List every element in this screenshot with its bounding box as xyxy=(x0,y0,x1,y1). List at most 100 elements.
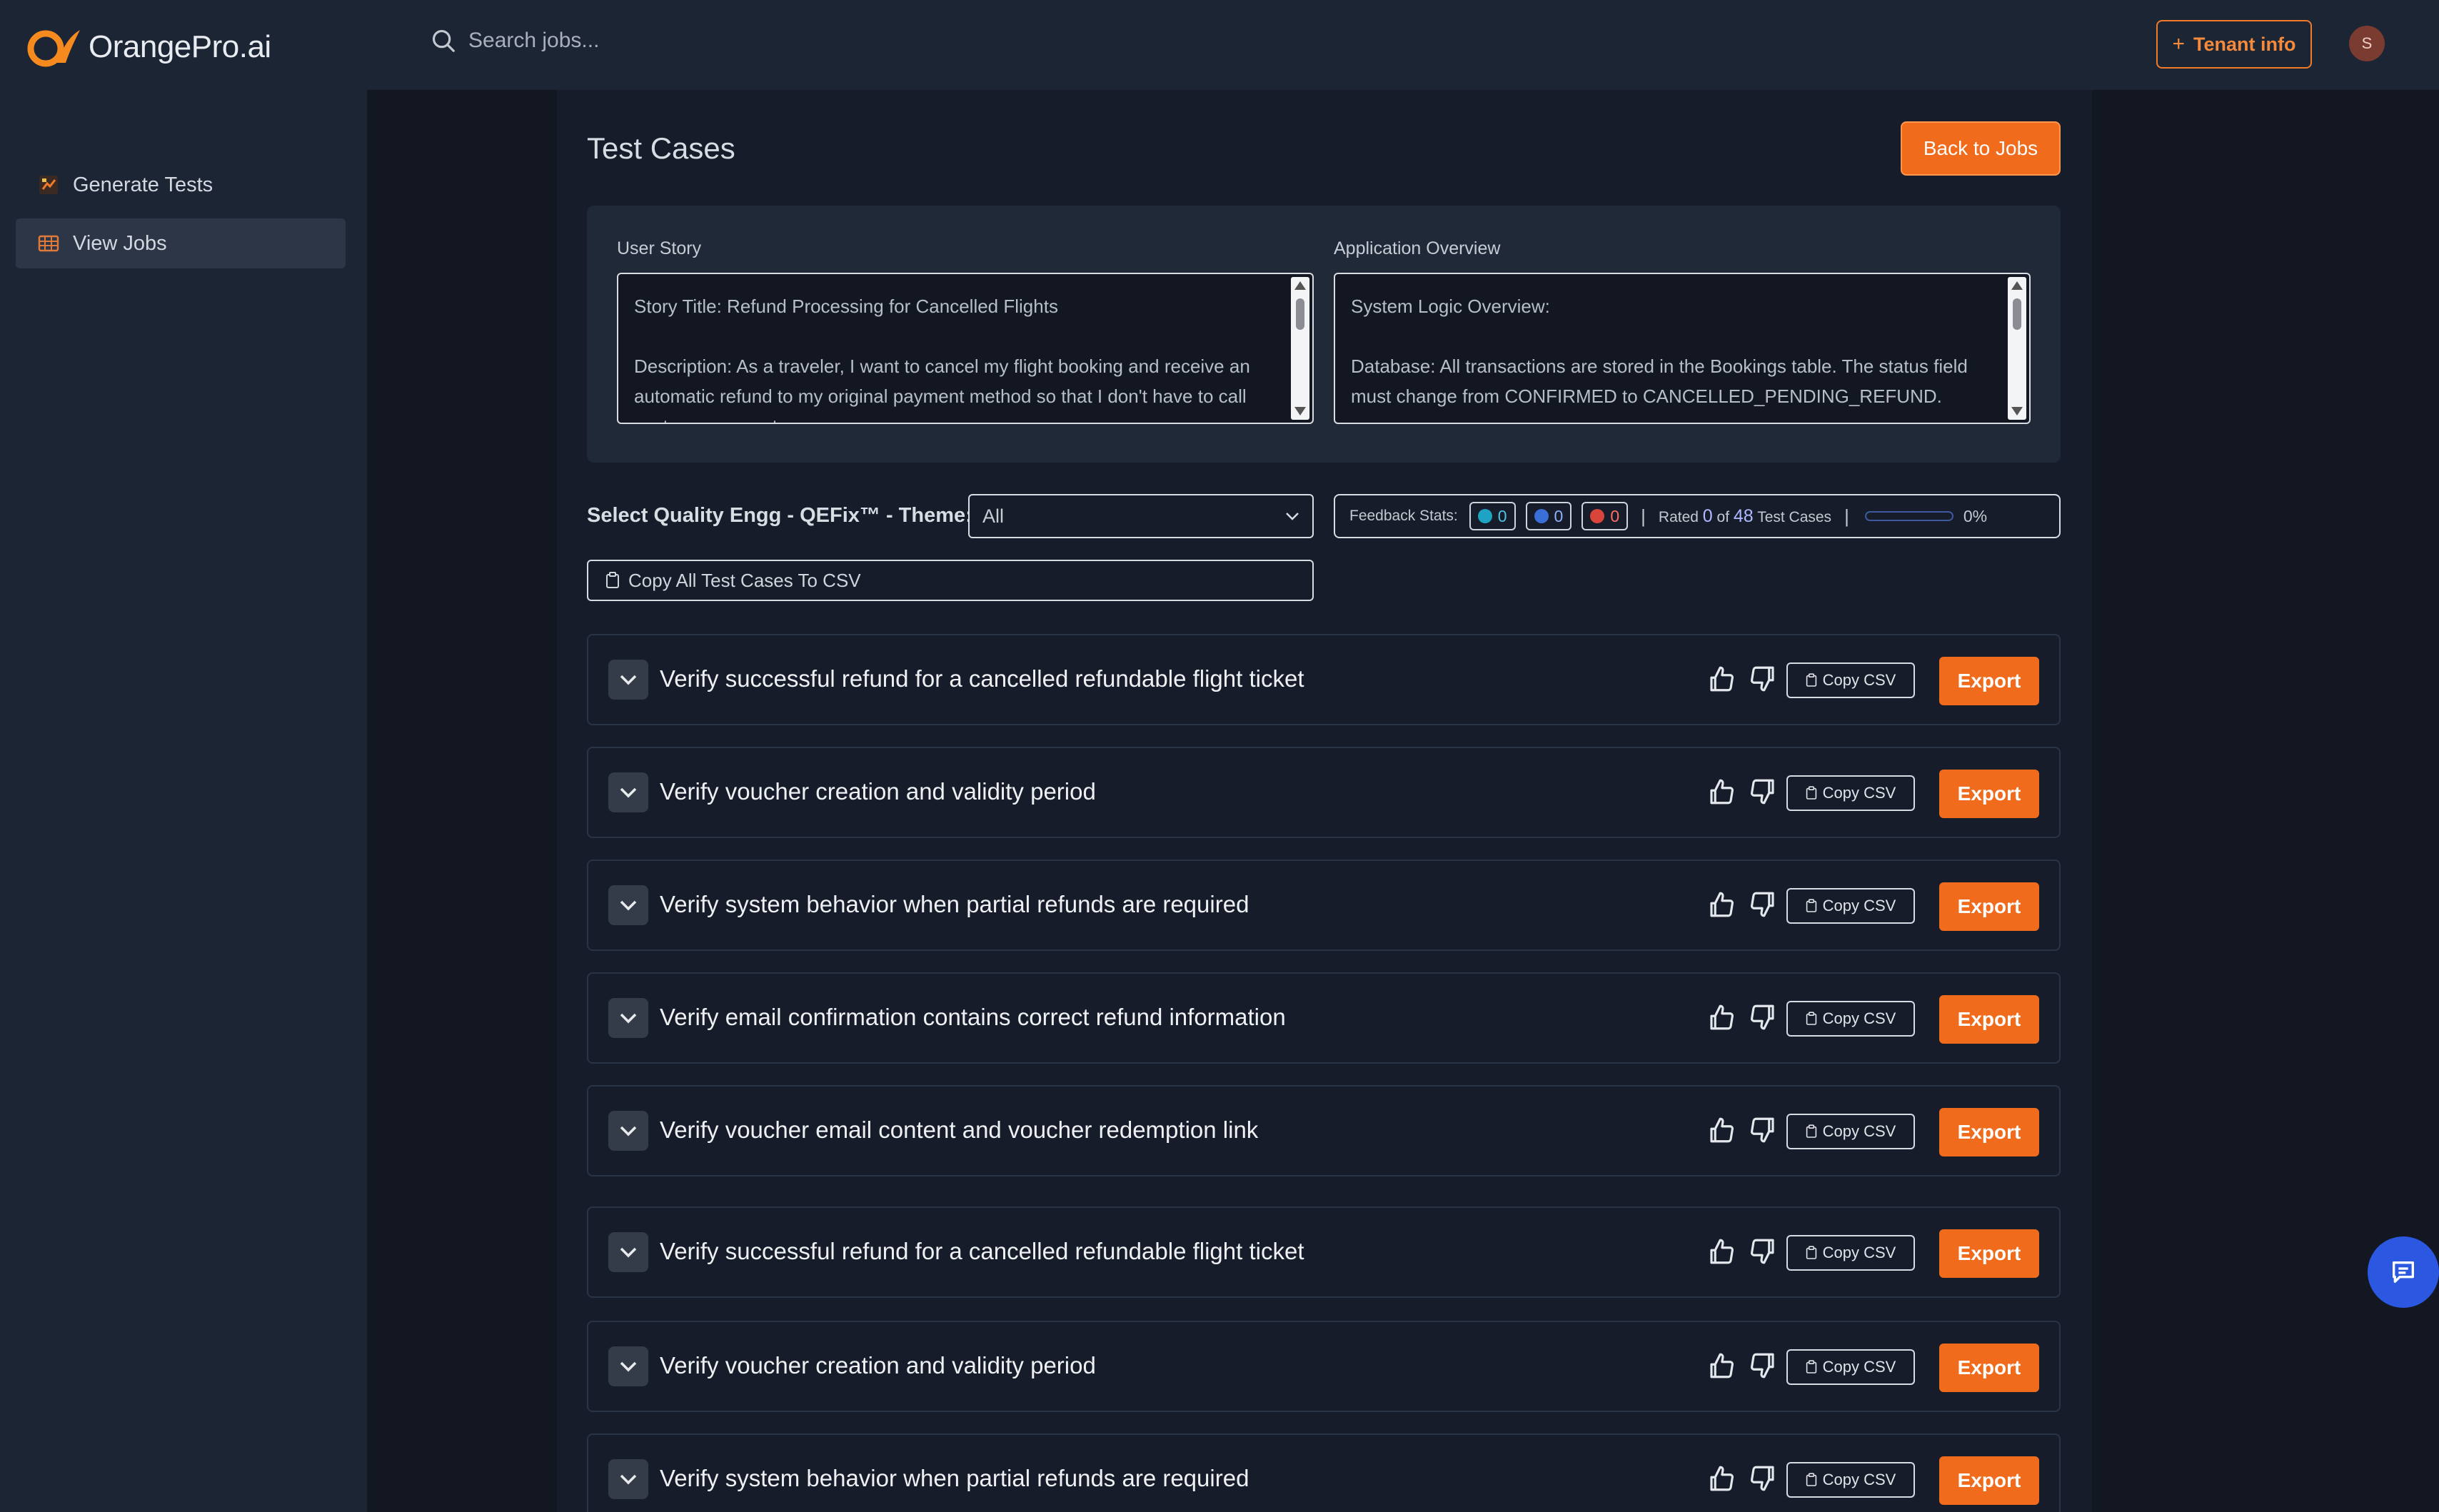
user-story-scrollbar[interactable] xyxy=(1291,277,1309,420)
export-button[interactable]: Export xyxy=(1939,657,2039,705)
thumbs-up-icon[interactable] xyxy=(1706,777,1736,807)
rated-of: of xyxy=(1716,508,1730,525)
theme-selected-value: All xyxy=(982,505,1005,527)
expand-chevron-icon[interactable] xyxy=(608,772,648,812)
test-case-card[interactable]: Verify email confirmation contains corre… xyxy=(587,972,2061,1064)
thumbs-down-icon[interactable] xyxy=(1748,1002,1778,1032)
copy-csv-button[interactable]: Copy CSV xyxy=(1786,662,1915,698)
expand-chevron-icon[interactable] xyxy=(608,885,648,925)
sidebar-item-view-jobs[interactable]: View Jobs xyxy=(16,218,346,268)
chat-button[interactable] xyxy=(2368,1236,2439,1308)
test-case-title[interactable]: Verify voucher creation and validity per… xyxy=(660,1352,1096,1379)
tenant-info-label: Tenant info xyxy=(2193,33,2296,55)
export-button[interactable]: Export xyxy=(1939,1344,2039,1392)
export-button[interactable]: Export xyxy=(1939,1456,2039,1505)
expand-chevron-icon[interactable] xyxy=(608,1232,648,1272)
test-case-card[interactable]: Verify voucher creation and validity per… xyxy=(587,1321,2061,1412)
export-button[interactable]: Export xyxy=(1939,1229,2039,1278)
thumbs-down-icon[interactable] xyxy=(1748,889,1778,919)
thumbs-up-icon[interactable] xyxy=(1706,889,1736,919)
export-button[interactable]: Export xyxy=(1939,882,2039,931)
search-bar[interactable] xyxy=(430,27,968,54)
test-case-title[interactable]: Verify voucher email content and voucher… xyxy=(660,1117,1258,1144)
thumbs-up-icon[interactable] xyxy=(1706,1236,1736,1266)
page-title: Test Cases xyxy=(587,131,735,165)
chat-icon xyxy=(2393,1261,2414,1283)
test-case-title[interactable]: Verify successful refund for a cancelled… xyxy=(660,1238,1304,1265)
table-grid-icon xyxy=(38,235,59,252)
copy-csv-button[interactable]: Copy CSV xyxy=(1786,1001,1915,1037)
thumbs-down-icon[interactable] xyxy=(1748,1351,1778,1381)
thumbs-up-icon[interactable] xyxy=(1706,1351,1736,1381)
negative-feedback-chip: 0 xyxy=(1581,502,1629,530)
tenant-info-button[interactable]: + Tenant info xyxy=(2156,20,2312,69)
copy-csv-button[interactable]: Copy CSV xyxy=(1786,888,1915,924)
orangepro-logo-icon xyxy=(27,30,80,67)
user-avatar[interactable]: S xyxy=(2349,26,2385,61)
copy-csv-label: Copy CSV xyxy=(1822,671,1896,689)
expand-chevron-icon[interactable] xyxy=(608,998,648,1038)
feedback-stats-label: Feedback Stats: xyxy=(1349,508,1458,524)
scroll-thumb[interactable] xyxy=(1296,298,1304,330)
scroll-thumb[interactable] xyxy=(2013,298,2021,330)
thumbs-down-icon[interactable] xyxy=(1748,664,1778,694)
export-button[interactable]: Export xyxy=(1939,995,2039,1044)
search-input[interactable] xyxy=(468,29,968,53)
theme-select[interactable]: All xyxy=(968,494,1314,538)
thumbs-down-icon[interactable] xyxy=(1748,1463,1778,1493)
thumbs-down-icon[interactable] xyxy=(1748,1115,1778,1145)
application-overview-textarea[interactable]: System Logic Overview: Database: All tra… xyxy=(1334,273,2031,424)
expand-chevron-icon[interactable] xyxy=(608,660,648,700)
test-case-title[interactable]: Verify system behavior when partial refu… xyxy=(660,891,1249,918)
copy-csv-button[interactable]: Copy CSV xyxy=(1786,1349,1915,1385)
app-overview-scrollbar[interactable] xyxy=(2008,277,2026,420)
export-button[interactable]: Export xyxy=(1939,1108,2039,1156)
scroll-down-arrow-icon[interactable] xyxy=(1294,407,1306,415)
clipboard-icon xyxy=(1806,786,1816,800)
test-case-card[interactable]: Verify successful refund for a cancelled… xyxy=(587,634,2061,725)
thumbs-down-icon[interactable] xyxy=(1748,777,1778,807)
copy-csv-button[interactable]: Copy CSV xyxy=(1786,775,1915,811)
copy-csv-button[interactable]: Copy CSV xyxy=(1786,1235,1915,1271)
copy-csv-button[interactable]: Copy CSV xyxy=(1786,1114,1915,1149)
copy-csv-label: Copy CSV xyxy=(1822,1122,1896,1140)
test-case-title[interactable]: Verify successful refund for a cancelled… xyxy=(660,665,1304,692)
test-case-card[interactable]: Verify successful refund for a cancelled… xyxy=(587,1206,2061,1298)
divider: | xyxy=(1641,505,1646,527)
copy-csv-label: Copy CSV xyxy=(1822,897,1896,914)
thumbs-up-icon[interactable] xyxy=(1706,664,1736,694)
scroll-down-arrow-icon[interactable] xyxy=(2011,407,2023,415)
user-story-textarea[interactable]: Story Title: Refund Processing for Cance… xyxy=(617,273,1314,424)
scroll-up-arrow-icon[interactable] xyxy=(1294,281,1306,290)
clipboard-icon xyxy=(1806,1246,1816,1259)
thumbs-up-icon[interactable] xyxy=(1706,1115,1736,1145)
clipboard-icon xyxy=(606,572,619,588)
test-case-card[interactable]: Verify system behavior when partial refu… xyxy=(587,1433,2061,1512)
copy-csv-label: Copy CSV xyxy=(1822,1244,1896,1261)
test-case-card[interactable]: Verify voucher creation and validity per… xyxy=(587,747,2061,838)
copy-csv-button[interactable]: Copy CSV xyxy=(1786,1462,1915,1498)
thumbs-up-icon[interactable] xyxy=(1706,1463,1736,1493)
clipboard-icon xyxy=(1806,1360,1816,1374)
sidebar-item-generate-tests[interactable]: Generate Tests xyxy=(16,160,346,210)
expand-chevron-icon[interactable] xyxy=(608,1111,648,1151)
copy-all-csv-button[interactable]: Copy All Test Cases To CSV xyxy=(587,560,1314,601)
test-case-card[interactable]: Verify system behavior when partial refu… xyxy=(587,860,2061,951)
test-case-card[interactable]: Verify voucher email content and voucher… xyxy=(587,1085,2061,1176)
scroll-up-arrow-icon[interactable] xyxy=(2011,281,2023,290)
export-button[interactable]: Export xyxy=(1939,770,2039,818)
thumbs-down-icon[interactable] xyxy=(1748,1236,1778,1266)
brand-name: OrangePro.ai xyxy=(89,29,271,64)
test-case-title[interactable]: Verify system behavior when partial refu… xyxy=(660,1465,1249,1492)
copy-csv-label: Copy CSV xyxy=(1822,1358,1896,1376)
expand-chevron-icon[interactable] xyxy=(608,1459,648,1499)
expand-chevron-icon[interactable] xyxy=(608,1346,648,1386)
test-case-title[interactable]: Verify voucher creation and validity per… xyxy=(660,778,1096,805)
test-case-title[interactable]: Verify email confirmation contains corre… xyxy=(660,1004,1286,1031)
brand-logo[interactable]: OrangePro.ai xyxy=(26,26,271,69)
clipboard-icon xyxy=(1806,1473,1816,1486)
theme-label: Select Quality Engg - QEFix™ - Theme: xyxy=(587,504,972,527)
thumbs-up-icon[interactable] xyxy=(1706,1002,1736,1032)
back-to-jobs-button[interactable]: Back to Jobs xyxy=(1901,121,2061,176)
rating-progress-bar xyxy=(1864,511,1953,521)
